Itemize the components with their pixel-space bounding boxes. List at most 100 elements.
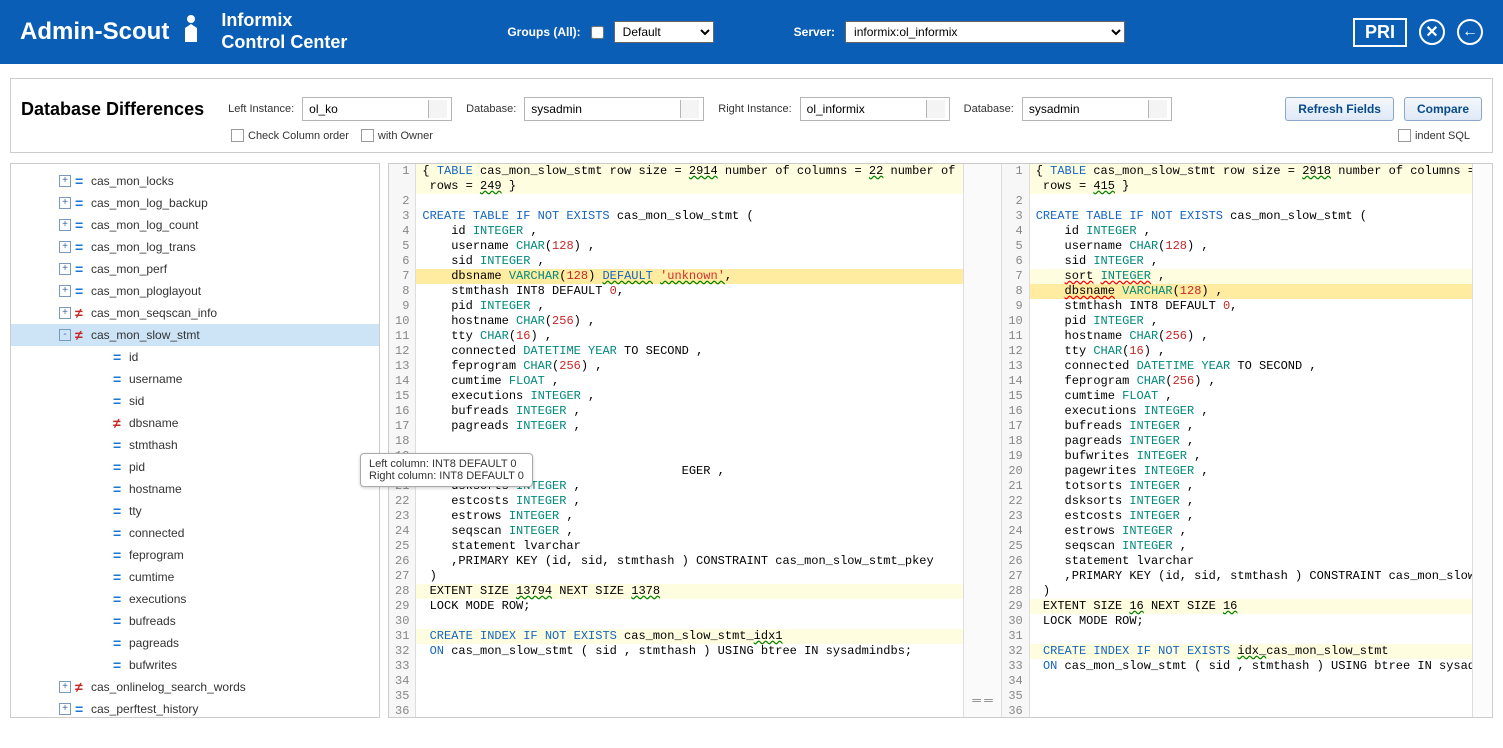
tree-expander-icon[interactable]: + bbox=[59, 241, 71, 253]
tree-item[interactable]: += cas_mon_log_trans bbox=[11, 236, 379, 258]
server-select[interactable]: informix:ol_informix bbox=[845, 21, 1125, 43]
tree-item[interactable]: += cas_perftest_history bbox=[11, 698, 379, 718]
left-db-combo[interactable]: sysadmin bbox=[524, 97, 704, 121]
code-line[interactable]: pid INTEGER , bbox=[416, 299, 962, 314]
code-line[interactable]: bufreads INTEGER , bbox=[1030, 419, 1472, 434]
code-line[interactable]: dsksorts INTEGER , bbox=[1030, 494, 1472, 509]
tree-item[interactable]: = tty bbox=[11, 500, 379, 522]
code-line[interactable]: CREATE INDEX IF NOT EXISTS idx_cas_mon_s… bbox=[1030, 644, 1472, 659]
code-line[interactable] bbox=[416, 614, 962, 629]
tree-expander-icon[interactable]: + bbox=[59, 263, 71, 275]
code-line[interactable] bbox=[1030, 689, 1472, 704]
code-line[interactable] bbox=[1030, 194, 1472, 209]
tree-item[interactable]: = cumtime bbox=[11, 566, 379, 588]
code-line[interactable] bbox=[416, 194, 962, 209]
code-line[interactable]: { TABLE cas_mon_slow_stmt row size = 291… bbox=[1030, 164, 1472, 179]
code-line[interactable]: executions INTEGER , bbox=[1030, 404, 1472, 419]
code-line[interactable]: ) bbox=[416, 569, 962, 584]
tree-expander-icon[interactable]: + bbox=[59, 307, 71, 319]
code-line[interactable]: executions INTEGER , bbox=[416, 389, 962, 404]
code-line[interactable]: username CHAR(128) , bbox=[416, 239, 962, 254]
code-line[interactable] bbox=[416, 689, 962, 704]
code-line[interactable]: username CHAR(128) , bbox=[1030, 239, 1472, 254]
code-line[interactable]: rows = 249 } bbox=[416, 179, 962, 194]
code-line[interactable]: sort INTEGER , bbox=[1030, 269, 1472, 284]
tree-item[interactable]: ≠ dbsname bbox=[11, 412, 379, 434]
code-line[interactable]: hostname CHAR(256) , bbox=[416, 314, 962, 329]
code-line[interactable]: statement lvarchar bbox=[416, 539, 962, 554]
tree-item[interactable]: +≠ cas_onlinelog_search_words bbox=[11, 676, 379, 698]
tree-item[interactable]: = bufreads bbox=[11, 610, 379, 632]
tree-item[interactable]: = id bbox=[11, 346, 379, 368]
code-line[interactable] bbox=[416, 674, 962, 689]
check-column-order-checkbox[interactable] bbox=[231, 129, 244, 142]
code-line[interactable] bbox=[1030, 629, 1472, 644]
code-line[interactable]: ,PRIMARY KEY (id, sid, stmthash ) CONSTR… bbox=[416, 554, 962, 569]
code-line[interactable]: ON cas_mon_slow_stmt ( sid , stmthash ) … bbox=[1030, 659, 1472, 674]
code-line[interactable] bbox=[416, 659, 962, 674]
tree-panel[interactable]: += cas_mon_locks+= cas_mon_log_backup+= … bbox=[10, 163, 380, 718]
code-line[interactable]: LOCK MODE ROW; bbox=[416, 599, 962, 614]
code-line[interactable]: ,PRIMARY KEY (id, sid, stmthash ) CONSTR… bbox=[1030, 569, 1472, 584]
tree-expander-icon[interactable]: + bbox=[59, 219, 71, 231]
compare-button[interactable]: Compare bbox=[1404, 97, 1482, 121]
tree-expander-icon[interactable]: + bbox=[59, 681, 71, 693]
back-arrow-icon[interactable]: ← bbox=[1457, 19, 1483, 45]
code-line[interactable]: EXTENT SIZE 16 NEXT SIZE 16 bbox=[1030, 599, 1472, 614]
tree-item[interactable]: += cas_mon_locks bbox=[11, 170, 379, 192]
tree-item[interactable]: = username bbox=[11, 368, 379, 390]
code-line[interactable]: id INTEGER , bbox=[1030, 224, 1472, 239]
code-line[interactable]: statement lvarchar bbox=[1030, 554, 1472, 569]
code-line[interactable]: seqscan INTEGER , bbox=[416, 524, 962, 539]
code-line[interactable]: dbsname VARCHAR(128) DEFAULT 'unknown', bbox=[416, 269, 962, 284]
code-line[interactable]: cumtime FLOAT , bbox=[416, 374, 962, 389]
code-line[interactable]: seqscan INTEGER , bbox=[1030, 539, 1472, 554]
code-line[interactable]: stmthash INT8 DEFAULT 0, bbox=[416, 284, 962, 299]
code-line[interactable]: tty CHAR(16) , bbox=[416, 329, 962, 344]
tree-item[interactable]: = executions bbox=[11, 588, 379, 610]
code-line[interactable]: totsorts INTEGER , bbox=[1030, 479, 1472, 494]
code-line[interactable]: pagreads INTEGER , bbox=[416, 419, 962, 434]
code-line[interactable]: estrows INTEGER , bbox=[1030, 524, 1472, 539]
code-line[interactable]: feprogram CHAR(256) , bbox=[1030, 374, 1472, 389]
groups-select[interactable]: Default bbox=[614, 21, 714, 43]
tree-item[interactable]: +≠ cas_mon_seqscan_info bbox=[11, 302, 379, 324]
code-line[interactable]: CREATE TABLE IF NOT EXISTS cas_mon_slow_… bbox=[1030, 209, 1472, 224]
code-line[interactable]: bufwrites INTEGER , bbox=[1030, 449, 1472, 464]
tree-expander-icon[interactable]: + bbox=[59, 197, 71, 209]
code-line[interactable]: dbsname VARCHAR(128) , bbox=[1030, 284, 1472, 299]
code-line[interactable]: connected DATETIME YEAR TO SECOND , bbox=[1030, 359, 1472, 374]
code-line[interactable]: estrows INTEGER , bbox=[416, 509, 962, 524]
code-line[interactable]: bufreads INTEGER , bbox=[416, 404, 962, 419]
tree-expander-icon[interactable]: + bbox=[59, 175, 71, 187]
code-line[interactable]: CREATE TABLE IF NOT EXISTS cas_mon_slow_… bbox=[416, 209, 962, 224]
code-line[interactable]: stmthash INT8 DEFAULT 0, bbox=[1030, 299, 1472, 314]
code-left[interactable]: { TABLE cas_mon_slow_stmt row size = 291… bbox=[416, 164, 962, 717]
left-instance-combo[interactable]: ol_ko bbox=[302, 97, 452, 121]
overview-strip[interactable] bbox=[1472, 164, 1492, 717]
tree-item[interactable]: += cas_mon_perf bbox=[11, 258, 379, 280]
tree-item[interactable]: = sid bbox=[11, 390, 379, 412]
code-line[interactable]: tty CHAR(16) , bbox=[1030, 344, 1472, 359]
tree-item[interactable]: += cas_mon_ploglayout bbox=[11, 280, 379, 302]
code-line[interactable]: ) bbox=[1030, 584, 1472, 599]
code-line[interactable] bbox=[1030, 674, 1472, 689]
code-line[interactable]: pid INTEGER , bbox=[1030, 314, 1472, 329]
code-line[interactable]: { TABLE cas_mon_slow_stmt row size = 291… bbox=[416, 164, 962, 179]
code-line[interactable]: CREATE INDEX IF NOT EXISTS cas_mon_slow_… bbox=[416, 629, 962, 644]
code-line[interactable]: pagewrites INTEGER , bbox=[1030, 464, 1472, 479]
code-line[interactable]: hostname CHAR(256) , bbox=[1030, 329, 1472, 344]
code-line[interactable]: pagreads INTEGER , bbox=[1030, 434, 1472, 449]
code-line[interactable]: rows = 415 } bbox=[1030, 179, 1472, 194]
tree-item[interactable]: = pid bbox=[11, 456, 379, 478]
tree-expander-icon[interactable]: + bbox=[59, 285, 71, 297]
right-instance-combo[interactable]: ol_informix bbox=[800, 97, 950, 121]
code-right[interactable]: { TABLE cas_mon_slow_stmt row size = 291… bbox=[1030, 164, 1472, 717]
groups-checkbox[interactable] bbox=[591, 26, 604, 39]
code-line[interactable] bbox=[416, 434, 962, 449]
code-line[interactable]: connected DATETIME YEAR TO SECOND , bbox=[416, 344, 962, 359]
code-line[interactable] bbox=[1030, 704, 1472, 717]
tree-item[interactable]: = connected bbox=[11, 522, 379, 544]
tree-item[interactable]: += cas_mon_log_count bbox=[11, 214, 379, 236]
tree-item[interactable]: = pagreads bbox=[11, 632, 379, 654]
